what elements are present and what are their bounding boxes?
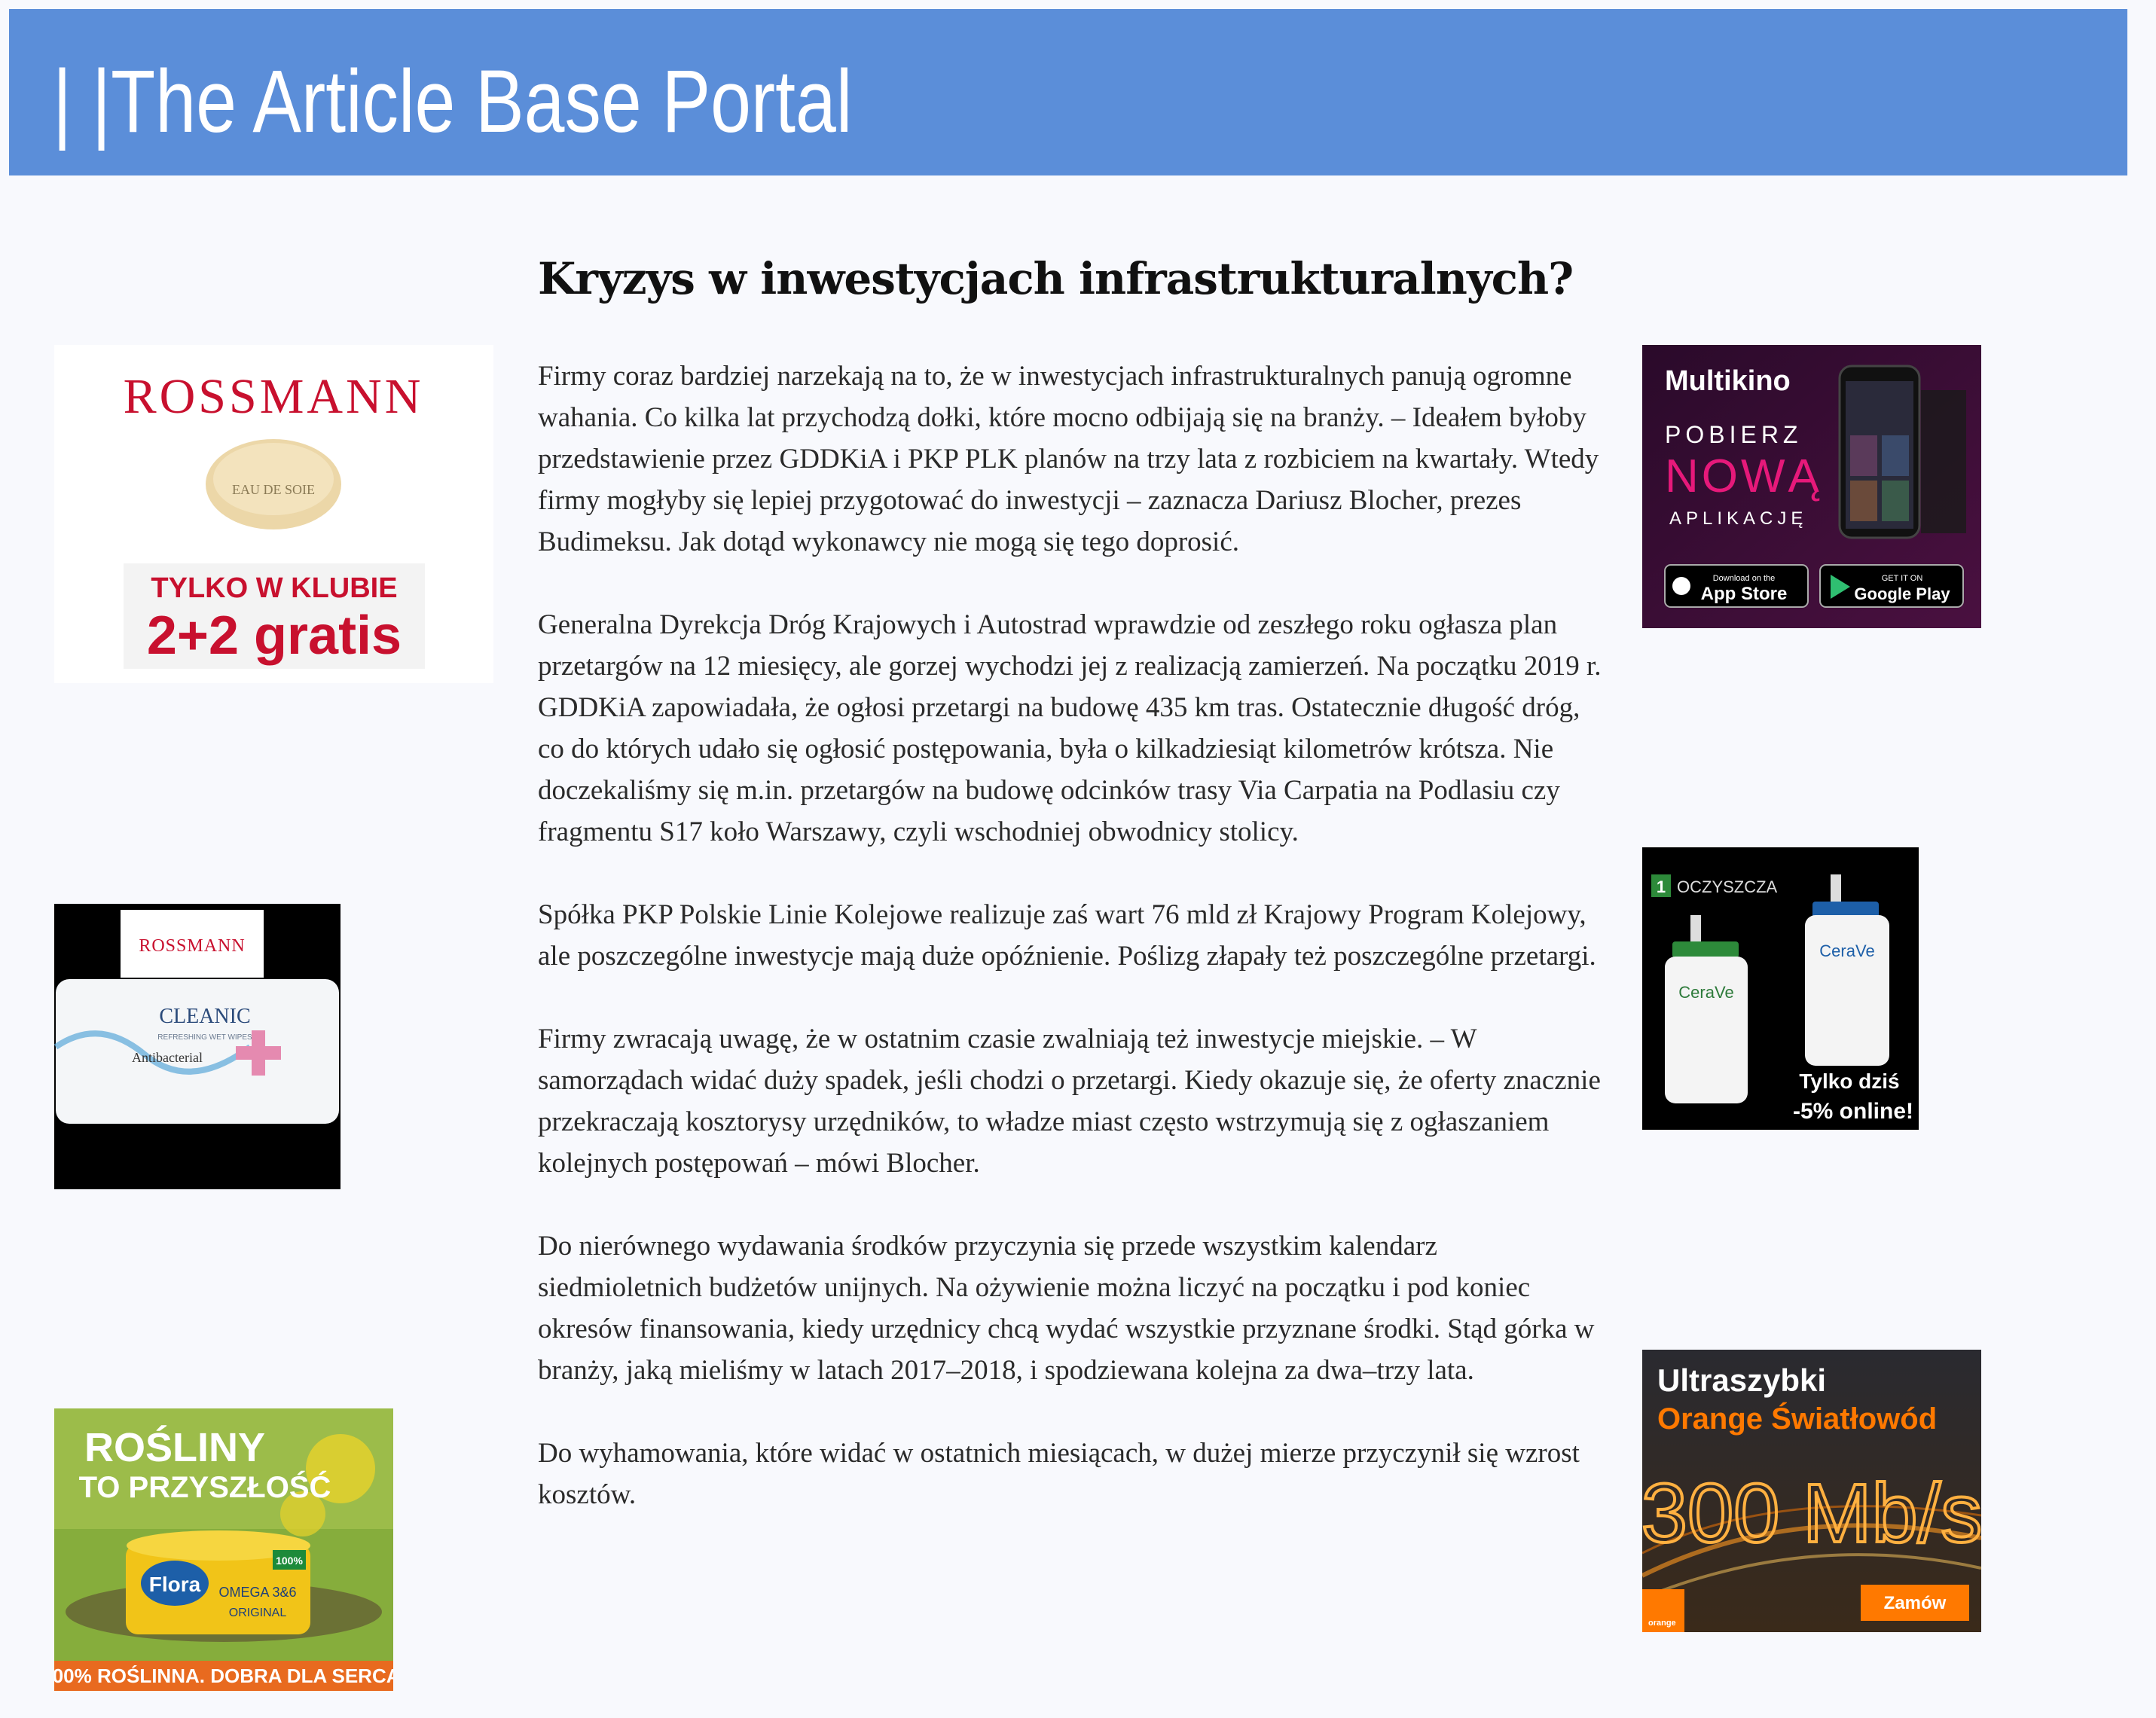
promo-line-2: 2+2 gratis bbox=[147, 606, 402, 666]
cerave-promo-2: -5% online! bbox=[1793, 1099, 1913, 1124]
flora-headline-1: ROŚLINY bbox=[84, 1425, 265, 1470]
cerave-brand-2: CeraVe bbox=[1819, 941, 1874, 960]
orange-speed: 300 Mb/s bbox=[1642, 1467, 1981, 1560]
multikino-line-2: NOWĄ bbox=[1665, 450, 1822, 502]
site-header: | |The Article Base Portal bbox=[9, 9, 2127, 175]
app-store-small: Download on the bbox=[1713, 574, 1776, 583]
ad-multikino[interactable]: Multikino POBIERZ NOWĄ APLIKACJĘ Downloa… bbox=[1642, 345, 1981, 628]
flora-footer: 100% ROŚLINNA. DOBRA DLA SERCA. bbox=[54, 1665, 393, 1687]
cleanic-sub: REFRESHING WET WIPES bbox=[157, 1033, 252, 1042]
article-body: Firmy coraz bardziej narzekają na to, że… bbox=[538, 356, 1608, 1515]
flora-brand: Flora bbox=[149, 1573, 201, 1596]
flora-badge: 100% bbox=[276, 1555, 303, 1567]
multikino-line-1: POBIERZ bbox=[1665, 421, 1802, 448]
cleanic-variant: Antibacterial bbox=[132, 1050, 203, 1065]
article-paragraph: Do wyhamowania, które widać w ostatnich … bbox=[538, 1438, 1580, 1510]
cerave-promo-1: Tylko dziś bbox=[1799, 1070, 1899, 1093]
cerave-bottle-2 bbox=[1805, 915, 1889, 1066]
multikino-logo: Multikino bbox=[1665, 365, 1791, 397]
app-store-label: App Store bbox=[1701, 584, 1788, 604]
promo-line-1: TYLKO W KLUBIE bbox=[151, 572, 397, 604]
article-paragraph: Do nierównego wydawania środków przyczyn… bbox=[538, 1231, 1595, 1386]
step-label: OCZYSZCZA bbox=[1677, 877, 1778, 896]
cerave-bottle-1 bbox=[1665, 957, 1748, 1103]
orange-line-2: Orange Światłowód bbox=[1657, 1401, 1937, 1436]
ad-rossmann-soap[interactable]: ROSSMANN EAU DE SOIE TYLKO W KLUBIE 2+2 … bbox=[54, 345, 493, 683]
ad-orange[interactable]: Ultraszybki Orange Światłowód 300 Mb/s o… bbox=[1642, 1350, 1981, 1632]
article-paragraph: Firmy coraz bardziej narzekają na to, że… bbox=[538, 361, 1599, 557]
multikino-line-3: APLIKACJĘ bbox=[1669, 508, 1807, 529]
article-paragraph: Firmy zwracają uwagę, że w ostatnim czas… bbox=[538, 1024, 1601, 1179]
flora-original: ORIGINAL bbox=[229, 1607, 287, 1619]
step-number: 1 bbox=[1657, 877, 1666, 896]
order-button-label: Zamów bbox=[1884, 1593, 1947, 1613]
cleanic-logo: CLEANIC bbox=[159, 1005, 250, 1028]
ad-cerave[interactable]: 1 OCZYSZCZA CeraVe CeraVe Tylko dziś -5%… bbox=[1642, 847, 1919, 1130]
cerave-brand-1: CeraVe bbox=[1678, 983, 1733, 1002]
soap-label: EAU DE SOIE bbox=[232, 482, 315, 497]
flora-headline-2: TO PRZYSZŁOŚĆ bbox=[79, 1469, 331, 1504]
gplay-label: Google Play bbox=[1854, 584, 1950, 603]
apple-icon bbox=[1672, 577, 1690, 595]
orange-logo-text: orange bbox=[1648, 1619, 1676, 1628]
article-paragraph: Generalna Dyrekcja Dróg Krajowych i Auto… bbox=[538, 609, 1602, 847]
ad-flora[interactable]: ROŚLINY TO PRZYSZŁOŚĆ Flora 100% OMEGA 3… bbox=[54, 1408, 393, 1691]
ad-cleanic[interactable]: ROSSMANN CLEANIC REFRESHING WET WIPES An… bbox=[54, 904, 341, 1189]
rossmann-logo: ROSSMANN bbox=[139, 936, 245, 956]
site-title[interactable]: | |The Article Base Portal bbox=[53, 53, 852, 151]
orange-line-1: Ultraszybki bbox=[1657, 1362, 1826, 1398]
gplay-small: GET IT ON bbox=[1882, 574, 1923, 583]
article-paragraph: Spółka PKP Polskie Linie Kolejowe realiz… bbox=[538, 899, 1596, 972]
article: Kryzys w inwestycjach infrastrukturalnyc… bbox=[538, 249, 1608, 1557]
article-headline: Kryzys w inwestycjach infrastrukturalnyc… bbox=[538, 253, 1574, 304]
flora-variant: OMEGA 3&6 bbox=[218, 1585, 296, 1600]
rossmann-logo: ROSSMANN bbox=[124, 369, 424, 424]
